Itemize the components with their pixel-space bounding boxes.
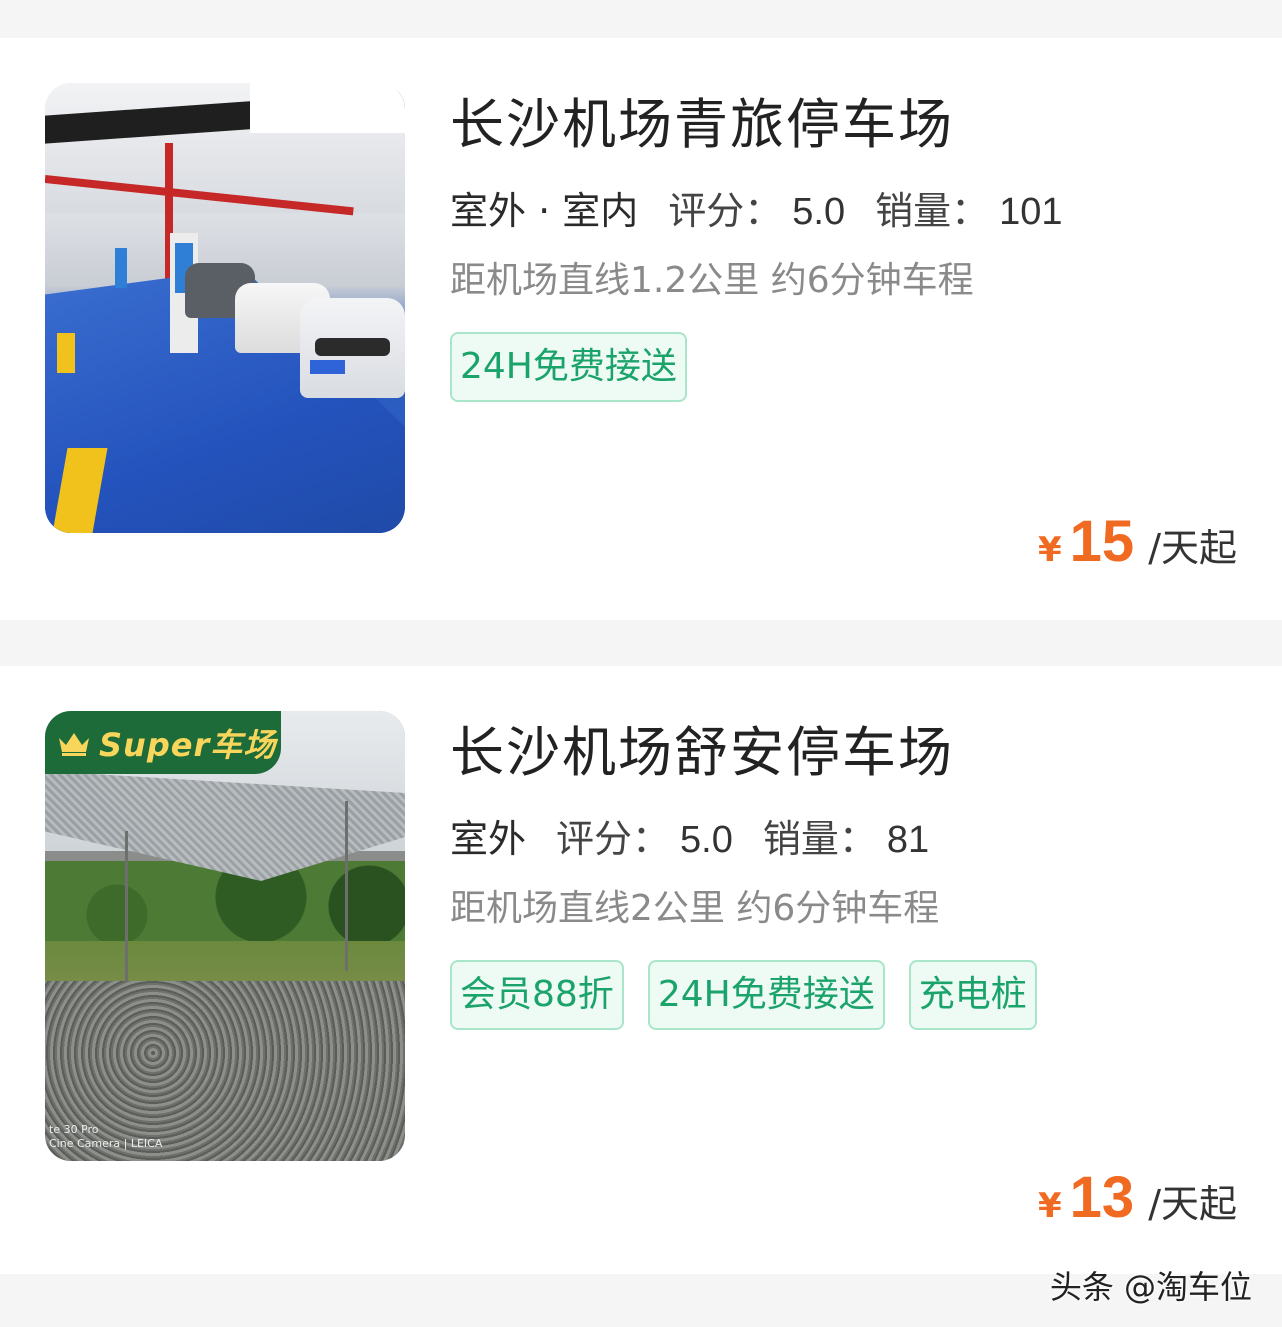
photo-trees xyxy=(45,861,405,951)
listing-info: 长沙机场舒安停车场 室外 评分： 5.0 销量： 81 距机场直线2公里 约6分… xyxy=(450,721,1150,1054)
photo-car-grill xyxy=(315,338,390,356)
photo-watermark-line: Cine Camera | LEICA xyxy=(49,1137,163,1150)
tag-shuttle: 24H免费接送 xyxy=(647,960,885,1030)
listing-title[interactable]: 长沙机场青旅停车场 xyxy=(450,93,1150,157)
photo-pole xyxy=(125,831,128,981)
listing-card[interactable]: 长沙机场青旅停车场 室外 · 室内 评分： 5.0 销量： 101 距机场直线1… xyxy=(0,38,1282,620)
distance-text: 距机场直线2公里 约6分钟车程 xyxy=(450,888,940,929)
price-amount: 15 xyxy=(1069,509,1135,574)
rating-value: 5.0 xyxy=(680,819,733,861)
sales-value: 101 xyxy=(999,191,1063,233)
sales-label: 销量： xyxy=(762,817,877,861)
super-badge: Super车场 xyxy=(45,711,281,774)
crown-icon xyxy=(57,730,91,756)
price-amount: 13 xyxy=(1069,1165,1135,1230)
listing-info: 长沙机场青旅停车场 室外 · 室内 评分： 5.0 销量： 101 距机场直线1… xyxy=(450,93,1150,426)
distance-text: 距机场直线1.2公里 约6分钟车程 xyxy=(450,260,974,301)
tag-member-discount: 会员88折 xyxy=(450,960,624,1030)
photo-watermark-line: te 30 Pro xyxy=(49,1123,99,1136)
listing-meta: 室外 · 室内 评分： 5.0 销量： 101 xyxy=(450,187,1150,236)
parking-type-label: 室外 · 室内 xyxy=(450,189,639,233)
currency-symbol: ¥ xyxy=(1038,530,1062,570)
photo-pole xyxy=(345,801,348,971)
listing-card[interactable]: Super车场 te 30 Pro Cine Camera | LEICA 长沙… xyxy=(0,666,1282,1274)
parking-type-label: 室外 xyxy=(450,817,527,861)
rating-label: 评分： xyxy=(556,817,671,861)
tag-list: 会员88折 24H免费接送 充电桩 xyxy=(450,960,1150,1054)
listing-meta: 室外 评分： 5.0 销量： 81 xyxy=(450,815,1150,864)
tag-charging: 充电桩 xyxy=(908,960,1037,1030)
sales-value: 81 xyxy=(886,819,930,861)
parking-type: 室外 · 室内 xyxy=(450,187,638,235)
sales-label: 销量： xyxy=(875,189,990,233)
parking-type: 室外 xyxy=(450,815,526,863)
photo-light xyxy=(250,83,405,133)
photo-car xyxy=(300,298,405,398)
rating-value: 5.0 xyxy=(792,191,846,233)
tag-shuttle: 24H免费接送 xyxy=(450,332,687,402)
price: ¥ 15 /天起 xyxy=(1038,508,1237,575)
price-unit: /天起 xyxy=(1148,526,1237,570)
price-unit: /天起 xyxy=(1148,1182,1237,1226)
super-badge-label: Super车场 xyxy=(99,725,277,764)
tag-list: 24H免费接送 xyxy=(450,332,1150,426)
photo-car-plate xyxy=(310,360,345,374)
photo-stripe xyxy=(57,333,75,373)
currency-symbol: ¥ xyxy=(1038,1186,1062,1226)
price: ¥ 13 /天起 xyxy=(1038,1164,1237,1231)
source-watermark: 头条 @淘车位 xyxy=(1049,1268,1252,1306)
listing-title[interactable]: 长沙机场舒安停车场 xyxy=(450,721,1150,785)
photo-sign xyxy=(115,248,127,288)
parking-lot-photo[interactable]: Super车场 te 30 Pro Cine Camera | LEICA xyxy=(45,711,405,1161)
parking-lot-photo[interactable] xyxy=(45,83,405,533)
photo-watermark: te 30 Pro Cine Camera | LEICA xyxy=(49,1123,162,1151)
rating-label: 评分： xyxy=(668,189,783,233)
